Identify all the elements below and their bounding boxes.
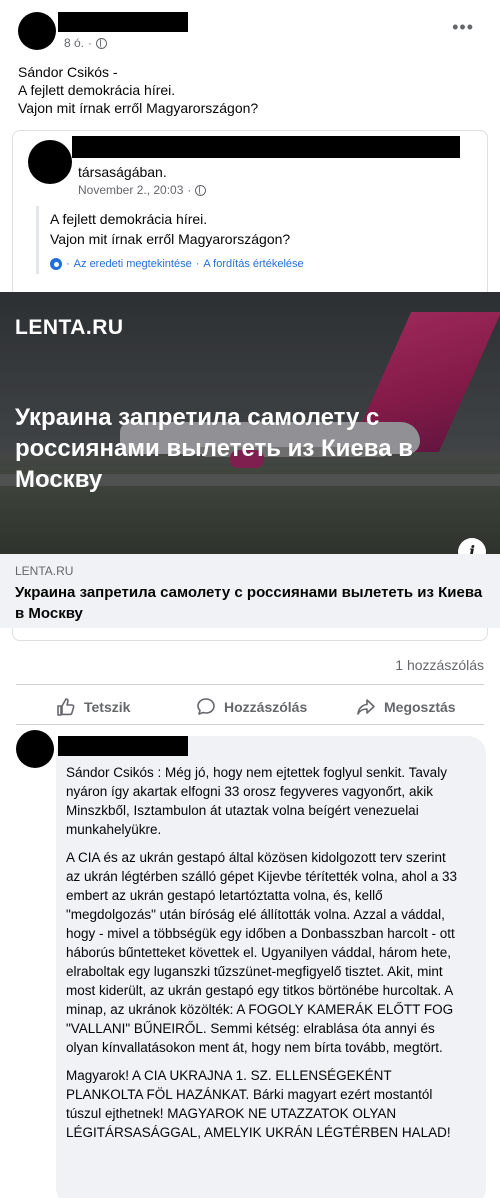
shared-author-avatar[interactable]	[28, 140, 72, 184]
globe-icon	[96, 37, 108, 49]
image-headline: Украина запретила самолету с россиянами …	[15, 404, 413, 493]
like-icon	[57, 698, 75, 716]
comment-label: Hozzászólás	[224, 699, 308, 715]
comment-count[interactable]: 1 hozzászólás	[395, 657, 484, 673]
divider	[16, 684, 484, 685]
gear-icon	[50, 258, 62, 270]
shared-meta: November 2., 20:03 ·	[78, 183, 207, 197]
comment-icon	[197, 698, 215, 715]
link-domain: LENTA.RU	[15, 564, 74, 578]
like-label: Tetszik	[84, 699, 131, 715]
rate-translation-link[interactable]: A fordítás értékelése	[203, 258, 303, 270]
shared-timestamp[interactable]: November 2., 20:03	[78, 183, 183, 197]
share-icon	[357, 699, 375, 715]
divider	[16, 724, 484, 725]
share-label: Megosztás	[384, 699, 456, 715]
commenter-name-redacted[interactable]	[58, 736, 188, 756]
link-title[interactable]: Украина запретила самолету с россиянами …	[15, 582, 485, 624]
post-author-name-redacted[interactable]	[58, 12, 188, 32]
comment-paragraph: Magyarok! A CIA UKRAJNA 1. SZ. ELLENSÉGE…	[66, 1068, 451, 1140]
quote-line: Vajon mit írnak erről Magyarországon?	[50, 231, 291, 247]
shared-quote: A fejlett demokrácia hírei. Vajon mit ír…	[50, 209, 290, 249]
post-text-line: Sándor Csikós -	[18, 64, 118, 80]
post-text-line: Vajon mit írnak erről Magyarországon?	[18, 100, 259, 116]
post-meta: 8 ó. ·	[64, 36, 108, 50]
post-author-avatar[interactable]	[18, 12, 56, 50]
commenter-avatar[interactable]	[16, 730, 54, 768]
more-options-icon[interactable]: •••	[452, 18, 474, 36]
post-timestamp[interactable]: 8 ó.	[64, 36, 84, 50]
like-button[interactable]: Tetszik	[56, 692, 130, 722]
shared-author-name-redacted[interactable]	[72, 136, 460, 158]
quote-line: A fejlett demokrácia hírei.	[50, 211, 208, 227]
translation-row: · Az eredeti megtekintése · A fordítás é…	[50, 258, 304, 270]
see-original-link[interactable]: Az eredeti megtekintése	[74, 258, 192, 270]
globe-icon	[195, 184, 207, 196]
comment-paragraph: Sándor Csikós : Még jó, hogy nem ejtette…	[66, 765, 447, 837]
comment-paragraph: A CIA és az ukrán gestapó által közösen …	[66, 850, 457, 1055]
share-button[interactable]: Megosztás	[356, 692, 456, 722]
post-text: Sándor Csikós - A fejlett demokrácia hír…	[18, 63, 258, 117]
quote-bar	[36, 206, 39, 274]
comment-button[interactable]: Hozzászólás	[196, 692, 307, 722]
lenta-logo: LENTA.RU	[15, 316, 124, 339]
post-text-line: A fejlett demokrácia hírei.	[18, 82, 176, 98]
shared-author-suffix: társaságában.	[78, 164, 167, 180]
comment-text: Sándor Csikós : Még jó, hogy nem ejtette…	[66, 763, 461, 1151]
